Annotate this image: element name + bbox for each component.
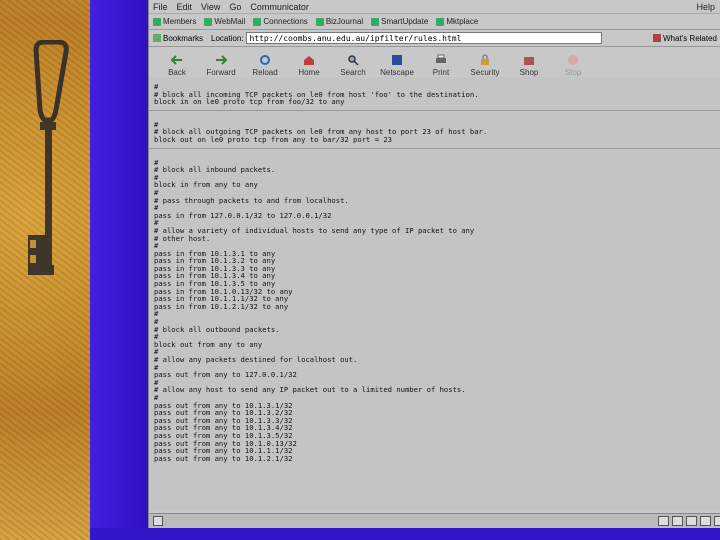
forward-icon	[216, 55, 228, 65]
mail-icon[interactable]	[672, 516, 683, 526]
browser-window: File Edit View Go Communicator Help Memb…	[148, 0, 720, 528]
rule-line: pass out from any to 127.0.0.1/32	[154, 370, 297, 380]
url-input[interactable]	[246, 32, 603, 44]
stop-button[interactable]: Stop	[553, 54, 593, 77]
bookmark-connections[interactable]: Connections	[253, 17, 308, 26]
stop-icon	[568, 55, 578, 65]
horizontal-rule	[149, 147, 720, 149]
rule-line: pass in from 127.0.0.1/32 to 127.0.0.1/3…	[154, 210, 332, 220]
composer-icon[interactable]	[686, 516, 697, 526]
bookmark-icon	[153, 17, 161, 26]
back-icon	[170, 55, 182, 65]
netscape-button[interactable]: Netscape	[377, 54, 417, 77]
bookmark-icon	[371, 17, 380, 26]
reload-icon	[260, 55, 270, 65]
bookmark-icon	[436, 17, 445, 26]
bookmark-icon	[253, 17, 262, 26]
rule-line: #	[154, 309, 159, 319]
rule-line: # other host.	[154, 233, 211, 243]
security-button[interactable]: Security	[465, 54, 505, 77]
rule-line: block out from any to any	[154, 339, 263, 349]
bookmark-mktplace[interactable]: Mktplace	[436, 17, 478, 26]
horizontal-rule	[149, 109, 720, 111]
personal-toolbar: Members WebMail Connections BizJournal S…	[149, 14, 720, 30]
reload-button[interactable]: Reload	[245, 54, 285, 77]
menu-view[interactable]: View	[201, 2, 220, 12]
menu-communicator[interactable]: Communicator	[250, 2, 309, 12]
menu-go[interactable]: Go	[229, 2, 241, 12]
rule-line: block in from any to any	[154, 180, 258, 190]
bookmark-bizjournal[interactable]: BizJournal	[315, 17, 363, 26]
rule-line: # allow a variety of individual hosts to…	[154, 225, 475, 235]
bookmarks-button[interactable]: Bookmarks	[153, 34, 203, 43]
menu-file[interactable]: File	[153, 2, 168, 12]
search-icon	[348, 55, 359, 66]
back-button[interactable]: Back	[157, 54, 197, 77]
lock-icon	[481, 54, 489, 65]
print-button[interactable]: Print	[421, 54, 461, 77]
navigator-icon[interactable]	[658, 516, 669, 526]
whats-related-button[interactable]: What's Related	[653, 34, 717, 43]
search-button[interactable]: Search	[333, 54, 373, 77]
print-icon	[436, 54, 446, 63]
bookmark-icon	[315, 17, 324, 26]
netscape-icon	[392, 55, 402, 65]
slide-bottom-strip	[90, 528, 720, 540]
bookmark-icon	[204, 17, 213, 26]
rule-line: # pass through packets to and from local…	[154, 195, 349, 205]
page-content: # # block all incoming TCP packets on le0…	[149, 77, 720, 511]
related-icon	[653, 34, 661, 42]
menu-help[interactable]: Help	[696, 2, 715, 12]
status-bar	[149, 513, 720, 528]
navigation-toolbar: Back Forward Reload Home Search Netscape…	[149, 47, 720, 81]
rule-line: # block all outbound packets.	[154, 324, 280, 334]
rule-line: # block all inbound packets.	[154, 165, 276, 175]
bookmarks-icon	[153, 34, 161, 42]
rule-line: # allow any host to send any IP packet o…	[154, 385, 466, 395]
security-status-icon[interactable]	[153, 516, 163, 526]
conference-icon[interactable]	[714, 516, 720, 526]
key-image	[28, 40, 69, 275]
slide-blue-bar	[90, 0, 148, 540]
menu-edit[interactable]: Edit	[177, 2, 193, 12]
rule-line: # allow any packets destined for localho…	[154, 355, 358, 364]
location-bar: Bookmarks Location: What's Related	[149, 30, 720, 47]
home-button[interactable]: Home	[289, 54, 329, 77]
rule-line: block out on le0 proto tcp from any to b…	[154, 134, 392, 144]
home-icon	[304, 56, 314, 65]
rule-line: block in on le0 proto tcp from foo/32 to…	[154, 97, 345, 107]
bookmark-webmail[interactable]: WebMail	[204, 17, 245, 26]
bookmark-members[interactable]: Members	[153, 17, 196, 26]
shop-icon	[524, 57, 534, 65]
menu-bar: File Edit View Go Communicator Help	[149, 0, 720, 14]
messenger-icon[interactable]	[700, 516, 711, 526]
forward-button[interactable]: Forward	[201, 54, 241, 77]
bookmark-smartupdate[interactable]: SmartUpdate	[371, 17, 428, 26]
rule-line: pass out from any to 10.1.2.1/32	[154, 453, 293, 463]
rule-line: pass in from 10.1.2.1/32 to any	[154, 301, 289, 311]
shop-button[interactable]: Shop	[509, 54, 549, 77]
location-label: Location:	[211, 33, 244, 43]
component-bar	[655, 516, 720, 526]
